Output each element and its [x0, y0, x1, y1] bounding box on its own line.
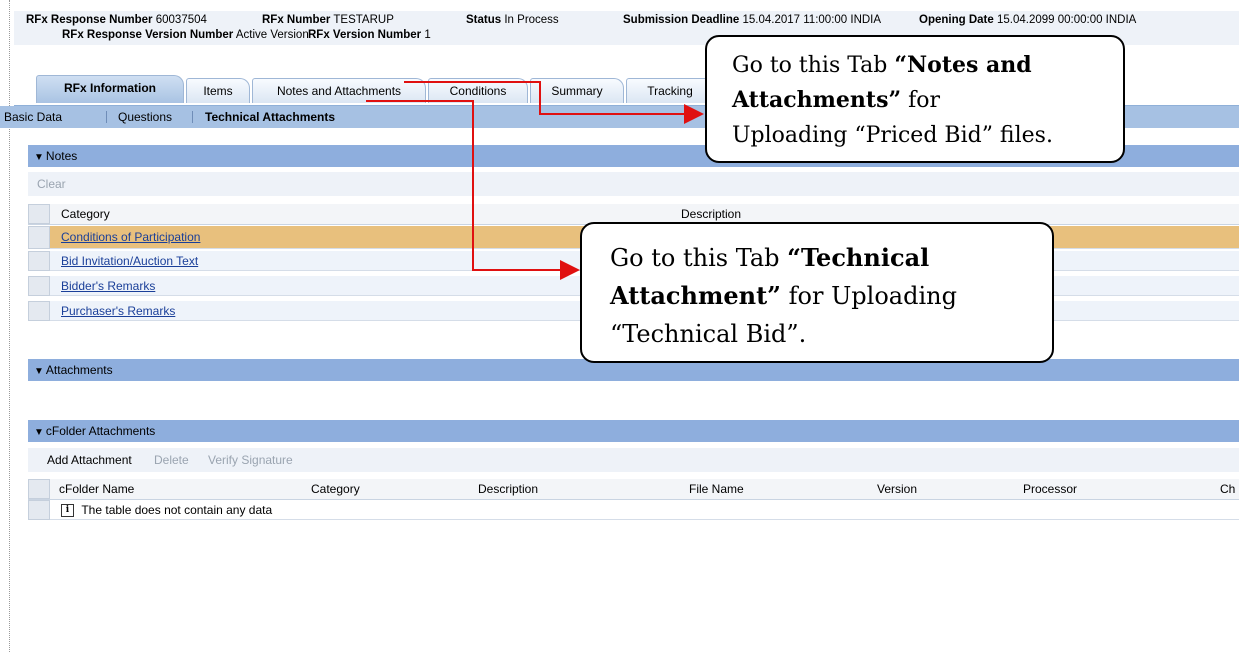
callout-technical-attachment: Go to this Tab “Technical Attachment” fo… — [580, 222, 1054, 363]
arrow-to-notes-callout — [404, 81, 704, 124]
callout-notes-attachments: Go to this Tab “Notes and Attachments” f… — [705, 35, 1125, 163]
arrow-to-technical-callout — [366, 100, 580, 280]
